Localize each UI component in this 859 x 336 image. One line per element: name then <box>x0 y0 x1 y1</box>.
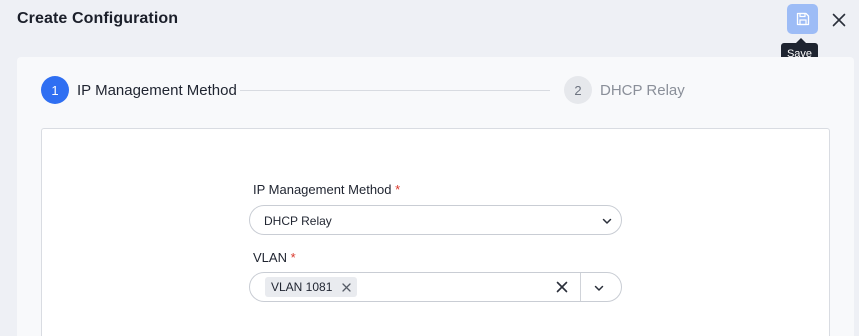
step-number: 1 <box>41 76 69 104</box>
vlan-chip: VLAN 1081 <box>265 277 358 297</box>
required-marker: * <box>395 182 401 197</box>
close-button[interactable] <box>828 9 850 31</box>
step-dhcp-relay[interactable]: 2 DHCP Relay <box>564 76 685 104</box>
step-label: DHCP Relay <box>600 81 685 99</box>
step-connector <box>240 90 550 91</box>
step-number: 2 <box>564 76 592 104</box>
ip-method-selected-value: DHCP Relay <box>264 214 332 228</box>
dialog-title: Create Configuration <box>17 10 179 27</box>
vlan-chip-label: VLAN 1081 <box>271 280 333 294</box>
step-label: IP Management Method <box>77 81 237 99</box>
chevron-down-icon <box>602 218 612 224</box>
ip-method-label-text: IP Management Method <box>253 182 392 197</box>
save-button[interactable] <box>787 4 818 34</box>
clear-selection-icon[interactable] <box>555 280 569 294</box>
vlan-multiselect[interactable]: VLAN 1081 <box>249 272 622 302</box>
required-marker: * <box>290 250 296 265</box>
ip-method-select[interactable]: DHCP Relay <box>249 205 622 235</box>
select-divider <box>580 273 581 301</box>
remove-chip-icon[interactable] <box>340 281 352 293</box>
ip-method-label: IP Management Method * <box>253 182 400 197</box>
save-icon <box>796 12 809 26</box>
chevron-down-icon[interactable] <box>592 281 606 295</box>
step-ip-management-method[interactable]: 1 IP Management Method <box>41 76 237 104</box>
vlan-label: VLAN * <box>253 250 296 265</box>
dialog-header: Create Configuration <box>0 0 859 52</box>
vlan-label-text: VLAN <box>253 250 287 265</box>
close-icon <box>832 13 846 27</box>
